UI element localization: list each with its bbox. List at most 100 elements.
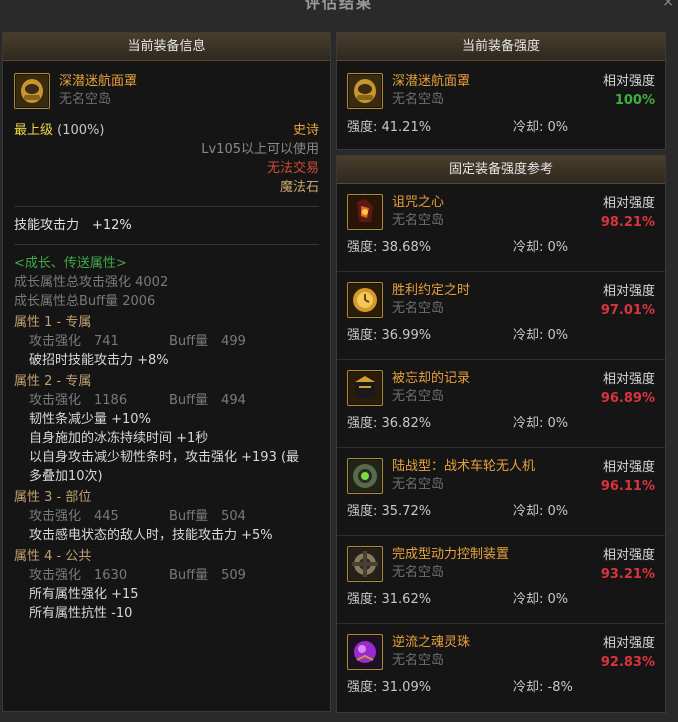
relative-strength-label: 相对强度: [602, 548, 655, 563]
attribute-effect: 所有属性抗性 -10: [29, 606, 133, 621]
item-source: 无名空岛: [392, 477, 445, 492]
attribute-effect: 破招时技能攻击力 +8%: [29, 353, 169, 368]
reference-strength-panel: 固定装备强度参考 诅咒之心 无名空岛 相对强度 98.21% 强度: 38.68…: [336, 155, 666, 713]
list-item: 胜利约定之时 无名空岛 相对强度 97.01% 强度: 36.99% 冷却: 0…: [337, 272, 665, 360]
panel-header: 当前装备强度: [337, 33, 665, 61]
list-item: 完成型动力控制装置 无名空岛 相对强度 93.21% 强度: 31.62% 冷却…: [337, 536, 665, 624]
current-strength-panel: 当前装备强度 深潜迷航面罩 无名空岛 相对强度 100% 强度: 41.21% …: [336, 32, 666, 150]
grade-row: 最上级 (100%) 史诗 Lv105以上可以使用 无法交易 魔法石: [14, 121, 319, 197]
list-item: 陆战型：战术车轮无人机 无名空岛 相对强度 96.11% 强度: 35.72% …: [337, 448, 665, 536]
attribute-effect: 以自身攻击减少韧性条时，攻击强化 +193 (最: [29, 450, 300, 465]
strength-value: 强度: 38.68%: [347, 240, 432, 255]
relative-strength-value: 92.83%: [600, 655, 655, 670]
list-item: 诅咒之心 无名空岛 相对强度 98.21% 强度: 38.68% 冷却: 0%: [337, 184, 665, 272]
cooldown-value: 冷却: 0%: [513, 120, 569, 135]
relative-strength-value: 96.11%: [600, 479, 655, 494]
item-source: 无名空岛: [392, 213, 445, 228]
golden-watch-icon: [347, 282, 383, 318]
attribute-title: 属性 1 - 专属: [14, 315, 92, 330]
relative-strength-value: 93.21%: [600, 567, 655, 582]
item-name: 完成型动力控制装置: [392, 547, 510, 562]
item-source: 无名空岛: [392, 92, 445, 107]
cooldown-value: 冷却: 0%: [513, 592, 569, 607]
list-item: 逆流之魂灵珠 无名空岛 相对强度 92.83% 强度: 31.09% 冷却: -…: [337, 624, 665, 712]
grade-percent: (100%): [57, 123, 105, 138]
attribute-attack: 攻击强化 741: [29, 334, 119, 349]
strength-value: 强度: 36.99%: [347, 328, 432, 343]
black-box-icon: [347, 370, 383, 406]
cooldown-value: 冷却: 0%: [513, 240, 569, 255]
attribute-buff: Buff量 494: [169, 393, 246, 408]
item-source: 无名空岛: [392, 301, 445, 316]
skill-attack-stat: 技能攻击力 +12%: [14, 218, 132, 233]
item-name: 深潜迷航面罩: [59, 74, 138, 89]
attribute-title: 属性 4 - 公共: [14, 549, 92, 564]
attribute-attack: 攻击强化 1186: [29, 393, 128, 408]
attribute-4: 属性 4 - 公共 攻击强化 1630 Buff量 509 所有属性强化 +15 …: [14, 547, 319, 623]
cooldown-value: 冷却: 0%: [513, 504, 569, 519]
cooldown-value: 冷却: 0%: [513, 416, 569, 431]
item-name: 逆流之魂灵珠: [392, 635, 471, 650]
strength-value: 强度: 36.82%: [347, 416, 432, 431]
level-requirement: Lv105以上可以使用: [201, 142, 319, 157]
strength-value: 强度: 41.21%: [347, 120, 432, 135]
attribute-effect: 自身施加的冰冻持续时间 +1秒: [29, 431, 209, 446]
relative-strength-value: 98.21%: [600, 215, 655, 230]
attribute-buff: Buff量 499: [169, 334, 246, 349]
drone-wheel-icon: [347, 458, 383, 494]
relative-strength-value: 96.89%: [600, 391, 655, 406]
item-source: 无名空岛: [392, 389, 445, 404]
mask-icon: [14, 73, 50, 109]
item-name: 被忘却的记录: [392, 371, 471, 386]
relative-strength-value: 97.01%: [600, 303, 655, 318]
attribute-3: 属性 3 - 部位 攻击强化 445 Buff量 504 攻击感电状态的敌人时，技…: [14, 488, 319, 545]
item-source: 无名空岛: [59, 92, 112, 107]
list-item: 被忘却的记录 无名空岛 相对强度 96.89% 强度: 36.82% 冷却: 0…: [337, 360, 665, 448]
item-source: 无名空岛: [392, 565, 445, 580]
attribute-buff: Buff量 504: [169, 509, 246, 524]
relative-strength-label: 相对强度: [602, 460, 655, 475]
growth-attack-total: 成长属性总攻击强化 4002: [14, 275, 169, 290]
attribute-attack: 攻击强化 1630: [29, 568, 128, 583]
grade-label: 最上级: [14, 123, 54, 138]
panel-header: 固定装备强度参考: [337, 156, 665, 184]
strength-value: 强度: 31.09%: [347, 680, 432, 695]
attribute-title: 属性 3 - 部位: [14, 490, 92, 505]
attribute-effect: 攻击感电状态的敌人时，技能攻击力 +5%: [29, 528, 273, 543]
panel-header: 当前装备信息: [3, 33, 330, 61]
relative-strength-label: 相对强度: [602, 372, 655, 387]
divider: [14, 206, 319, 207]
attribute-effect: 多叠加10次): [29, 469, 103, 484]
item-name: 深潜迷航面罩: [392, 74, 471, 89]
attribute-1: 属性 1 - 专属 攻击强化 741 Buff量 499 破招时技能攻击力 +8%: [14, 313, 319, 370]
attribute-2: 属性 2 - 专属 攻击强化 1186 Buff量 494 韧性条减少量 +10%…: [14, 372, 319, 486]
relative-strength-label: 相对强度: [602, 74, 655, 89]
soul-orb-icon: [347, 634, 383, 670]
item-header: 深潜迷航面罩 无名空岛: [14, 73, 319, 109]
item-name: 胜利约定之时: [392, 283, 471, 298]
material-type: 魔法石: [279, 180, 319, 195]
growth-buff-total: 成长属性总Buff量 2006: [14, 294, 156, 309]
untradeable-label: 无法交易: [266, 161, 319, 176]
power-device-icon: [347, 546, 383, 582]
attribute-title: 属性 2 - 专属: [14, 374, 92, 389]
relative-strength-label: 相对强度: [602, 196, 655, 211]
item-name: 陆战型：战术车轮无人机: [392, 459, 536, 474]
current-equipment-info-panel: 当前装备信息 深潜迷航面罩 无名空岛 最上级 (100%) 史诗 Lv105以上…: [2, 32, 331, 712]
attribute-buff: Buff量 509: [169, 568, 246, 583]
growth-title: <成长、传送属性>: [14, 256, 127, 271]
item-source: 无名空岛: [392, 653, 445, 668]
cooldown-value: 冷却: 0%: [513, 328, 569, 343]
mask-icon: [347, 73, 383, 109]
relative-strength-label: 相对强度: [602, 284, 655, 299]
cursed-heart-icon: [347, 194, 383, 230]
strength-value: 强度: 35.72%: [347, 504, 432, 519]
window-title: 评估结果: [304, 0, 373, 12]
cooldown-value: 冷却: -8%: [513, 680, 573, 695]
attribute-attack: 攻击强化 445: [29, 509, 119, 524]
attribute-effect: 韧性条减少量 +10%: [29, 412, 151, 427]
item-name: 诅咒之心: [392, 195, 445, 210]
relative-strength-value: 100%: [614, 93, 655, 108]
close-button[interactable]: ×: [662, 0, 674, 10]
attribute-effect: 所有属性强化 +15: [29, 587, 139, 602]
